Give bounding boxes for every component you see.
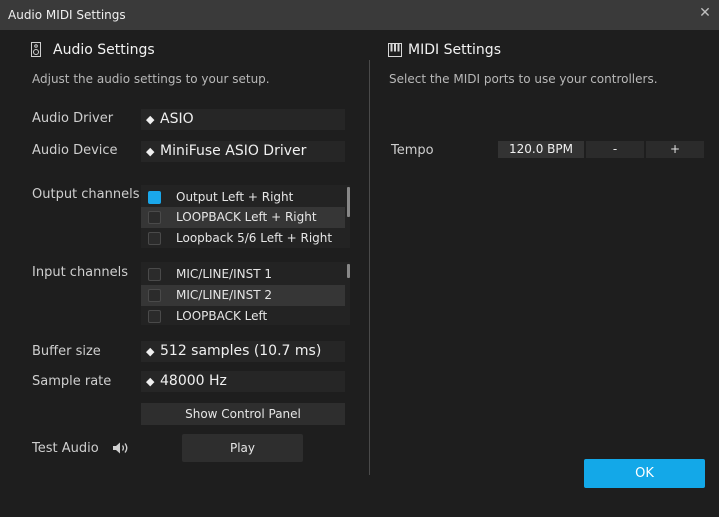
updown-arrow-icon: ◆ (146, 113, 155, 126)
sample-rate-select[interactable]: ◆ 48000 Hz (141, 371, 345, 392)
tempo-label: Tempo (391, 143, 434, 158)
input-channel-label: MIC/LINE/INST 1 (176, 267, 273, 281)
section-divider (369, 60, 370, 475)
midi-settings-title: MIDI Settings (408, 42, 501, 58)
audio-settings-description: Adjust the audio settings to your setup. (32, 72, 270, 86)
tempo-increment-button[interactable]: + (646, 141, 704, 158)
input-channel-item[interactable]: MIC/LINE/INST 2 (141, 285, 345, 306)
output-channels-label: Output channels (32, 187, 140, 202)
checkbox[interactable] (148, 211, 161, 224)
ok-button[interactable]: OK (584, 459, 705, 488)
window-title: Audio MIDI Settings (8, 8, 126, 22)
audio-device-label: Audio Device (32, 143, 118, 158)
output-channels-scrollbar[interactable] (347, 187, 350, 217)
audio-settings-title: Audio Settings (53, 42, 155, 58)
checkbox[interactable] (148, 289, 161, 302)
output-channel-label: LOOPBACK Left + Right (176, 210, 317, 224)
checkbox[interactable] (148, 310, 161, 323)
buffer-size-value: 512 samples (10.7 ms) (160, 343, 322, 359)
speaker-icon (31, 42, 41, 61)
input-channels-scrollbar[interactable] (347, 264, 350, 278)
audio-driver-label: Audio Driver (32, 111, 114, 126)
buffer-size-select[interactable]: ◆ 512 samples (10.7 ms) (141, 341, 345, 362)
checkbox[interactable] (148, 268, 161, 281)
output-channel-item[interactable]: Output Left + Right (141, 187, 345, 208)
test-audio-label: Test Audio (32, 441, 99, 456)
tempo-value-field[interactable]: 120.0 BPM (498, 141, 584, 158)
output-channel-item[interactable]: LOOPBACK Left + Right (141, 207, 345, 228)
sample-rate-value: 48000 Hz (160, 373, 227, 389)
input-channels-label: Input channels (32, 265, 129, 280)
audio-driver-select[interactable]: ◆ ASIO (141, 109, 345, 130)
title-bar: Audio MIDI Settings ✕ (0, 0, 719, 30)
input-channel-item[interactable]: MIC/LINE/INST 1 (141, 264, 345, 285)
buffer-size-label: Buffer size (32, 344, 101, 359)
checkbox[interactable] (148, 191, 161, 204)
show-control-panel-button[interactable]: Show Control Panel (141, 403, 345, 425)
play-button[interactable]: Play (182, 434, 303, 462)
audio-device-select[interactable]: ◆ MiniFuse ASIO Driver (141, 141, 345, 162)
sample-rate-label: Sample rate (32, 374, 112, 389)
output-channel-label: Output Left + Right (176, 190, 294, 204)
audio-device-value: MiniFuse ASIO Driver (160, 143, 307, 159)
piano-keys-icon (388, 43, 402, 61)
tempo-decrement-button[interactable]: - (586, 141, 644, 158)
close-icon[interactable]: ✕ (697, 5, 713, 21)
input-channels-list[interactable]: MIC/LINE/INST 1 MIC/LINE/INST 2 LOOPBACK… (141, 262, 350, 325)
input-channel-item[interactable]: LOOPBACK Left (141, 306, 345, 325)
output-channel-label: Loopback 5/6 Left + Right (176, 231, 333, 245)
updown-arrow-icon: ◆ (146, 145, 155, 158)
output-channel-item[interactable]: Loopback 5/6 Left + Right (141, 228, 345, 248)
input-channel-label: MIC/LINE/INST 2 (176, 288, 273, 302)
updown-arrow-icon: ◆ (146, 345, 155, 358)
checkbox[interactable] (148, 232, 161, 245)
output-channels-list[interactable]: Output Left + Right LOOPBACK Left + Righ… (141, 185, 350, 248)
audio-driver-value: ASIO (160, 111, 194, 127)
input-channel-label: LOOPBACK Left (176, 309, 268, 323)
volume-icon (112, 441, 130, 459)
updown-arrow-icon: ◆ (146, 375, 155, 388)
midi-settings-description: Select the MIDI ports to use your contro… (389, 72, 658, 86)
